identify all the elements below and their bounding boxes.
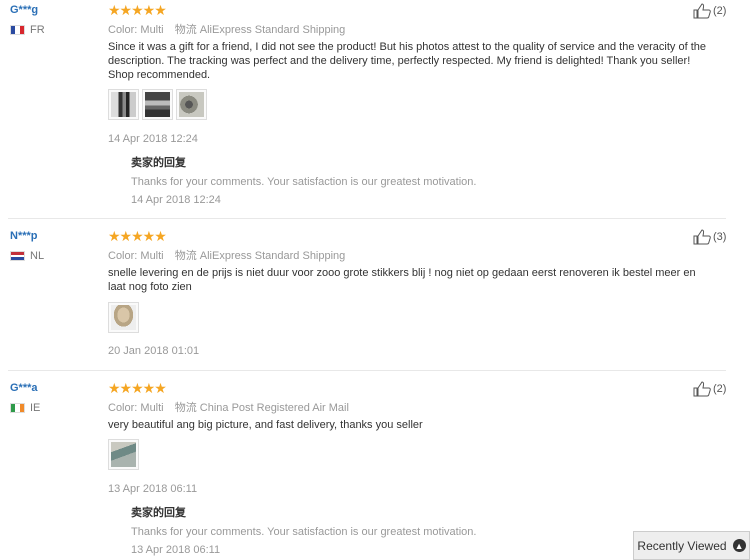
review-date: 14 Apr 2018 12:24 — [108, 133, 198, 145]
review-photo[interactable] — [108, 302, 139, 333]
thumbs-up-icon — [693, 381, 711, 397]
chevron-up-icon: ▲ — [732, 539, 746, 552]
star-rating: ★★★★★ — [108, 228, 167, 244]
like-button[interactable]: (2) — [693, 381, 726, 397]
seller-reply-message: Thanks for your comments. Your satisfact… — [131, 526, 477, 538]
seller-reply-header: 卖家的回复 — [131, 507, 186, 519]
review-text: Since it was a gift for a friend, I did … — [108, 41, 707, 81]
review-text: very beautiful ang big picture, and fast… — [108, 419, 423, 431]
like-button[interactable]: (2) — [693, 3, 726, 19]
reviewer-name[interactable]: N***p — [10, 230, 38, 242]
review-photo[interactable] — [108, 439, 139, 470]
review-date: 13 Apr 2018 06:11 — [108, 483, 198, 495]
recently-viewed-button[interactable]: Recently Viewed ▲ — [633, 531, 750, 560]
recently-viewed-label: Recently Viewed — [637, 538, 727, 553]
country-code: NL — [30, 250, 45, 262]
seller-reply-message: Thanks for your comments. Your satisfact… — [131, 176, 477, 188]
country-code: FR — [30, 24, 45, 36]
review-date: 20 Jan 2018 01:01 — [108, 345, 200, 357]
seller-reply: 卖家的回复 Thanks for your comments. Your sat… — [131, 504, 476, 556]
seller-reply-header: 卖家的回复 — [131, 157, 186, 169]
reviewer-country: FR — [10, 24, 45, 36]
reviewer-country: NL — [10, 250, 44, 262]
review-photo[interactable] — [176, 89, 207, 120]
divider — [8, 218, 726, 219]
reviewer-country: IE — [10, 402, 40, 414]
like-count: (2) — [713, 383, 727, 395]
review-photos — [108, 89, 207, 120]
review-photos — [108, 302, 139, 333]
review-text: snelle levering en de prijs is niet duur… — [108, 267, 696, 293]
star-rating: ★★★★★ — [108, 2, 167, 18]
seller-reply-date: 14 Apr 2018 12:24 — [131, 194, 221, 206]
like-button[interactable]: (3) — [693, 229, 726, 245]
thumbs-up-icon — [693, 229, 711, 245]
order-info: Color: Multi 物流 AliExpress Standard Ship… — [108, 250, 346, 262]
seller-reply: 卖家的回复 Thanks for your comments. Your sat… — [131, 154, 476, 206]
reviewer-name[interactable]: G***g — [10, 4, 38, 16]
thumbs-up-icon — [693, 3, 711, 19]
country-code: IE — [30, 402, 41, 414]
like-count: (2) — [713, 5, 727, 17]
reviewer-name[interactable]: G***a — [10, 382, 38, 394]
order-info: Color: Multi 物流 AliExpress Standard Ship… — [108, 24, 346, 36]
review-photo[interactable] — [142, 89, 173, 120]
like-count: (3) — [713, 231, 727, 243]
review-photo[interactable] — [108, 89, 139, 120]
flag-nl-icon — [10, 251, 25, 261]
review-photos — [108, 439, 139, 470]
seller-reply-date: 13 Apr 2018 06:11 — [131, 544, 221, 556]
star-rating: ★★★★★ — [108, 380, 167, 396]
divider — [8, 370, 726, 371]
order-info: Color: Multi 物流 China Post Registered Ai… — [108, 402, 349, 414]
flag-ie-icon — [10, 403, 25, 413]
flag-fr-icon — [10, 25, 25, 35]
